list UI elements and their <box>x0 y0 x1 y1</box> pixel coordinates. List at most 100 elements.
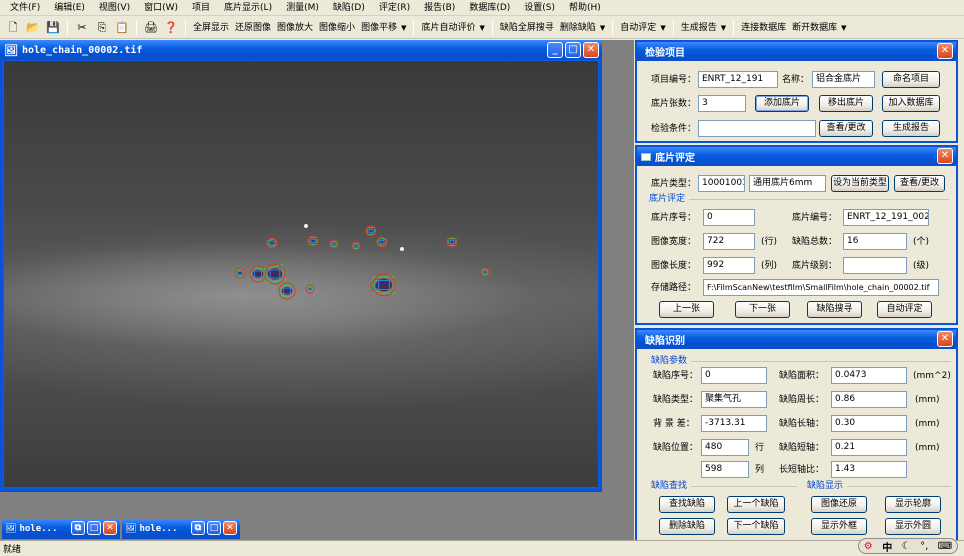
restore-button[interactable]: ⧉ <box>71 521 85 535</box>
save-disk-icon[interactable]: 💾 <box>45 20 61 36</box>
condition-field[interactable] <box>698 120 816 137</box>
toolbar-button-9[interactable]: 生成报告 <box>678 20 720 36</box>
close-button[interactable]: ✕ <box>937 331 953 347</box>
menu-item-12[interactable]: 帮助(H) <box>563 0 609 16</box>
dropdown-arrow-icon[interactable]: ▼ <box>479 24 484 32</box>
film-type-code-field[interactable]: 10001001 <box>698 175 745 192</box>
previous-film-button[interactable]: 上一张 <box>659 301 714 318</box>
menu-item-6[interactable]: 测量(M) <box>280 0 327 16</box>
film-count-field[interactable]: 3 <box>698 95 746 112</box>
restore-image-button[interactable]: 图像还原 <box>811 496 867 513</box>
previous-defect-button[interactable]: 上一个缺陷 <box>727 496 785 513</box>
defect-perimeter-field[interactable]: 0.86 <box>831 391 907 408</box>
toolbar-button-8[interactable]: 自动评定 <box>617 20 659 36</box>
defect-marker[interactable] <box>307 235 319 247</box>
close-button[interactable]: ✕ <box>223 521 237 535</box>
panel-titlebar[interactable]: 缺陷识别 ✕ <box>637 330 956 349</box>
defect-marker[interactable] <box>351 241 361 251</box>
defect-marker[interactable] <box>376 236 388 248</box>
paste-icon[interactable]: 📋 <box>114 20 130 36</box>
defect-type-field[interactable]: 聚集气孔 <box>701 391 767 408</box>
dropdown-arrow-icon[interactable]: ▼ <box>401 24 406 32</box>
film-type-name-field[interactable]: 通用底片6mm <box>749 175 826 192</box>
find-defect-button[interactable]: 查找缺陷 <box>659 496 715 513</box>
dropdown-arrow-icon[interactable]: ▼ <box>660 24 665 32</box>
panel-titlebar[interactable]: 底片评定 ✕ <box>637 147 956 166</box>
defect-marker[interactable] <box>263 263 287 285</box>
toolbar-button-5[interactable]: 底片自动评价 <box>418 20 478 36</box>
film-number-field[interactable]: ENRT_12_191_002 <box>843 209 929 226</box>
ime-moon-icon[interactable]: ☾ <box>902 541 911 552</box>
show-contour-button[interactable]: 显示轮廓 <box>885 496 941 513</box>
open-folder-icon[interactable]: 📂 <box>25 20 41 36</box>
set-current-type-button[interactable]: 设为当前类型 <box>831 175 889 192</box>
close-button[interactable]: ✕ <box>937 43 953 59</box>
defect-short-axis-field[interactable]: 0.21 <box>831 439 907 456</box>
menu-item-1[interactable]: 编辑(E) <box>48 0 93 16</box>
background-diff-field[interactable]: -3713.31 <box>701 415 767 432</box>
image-length-field[interactable]: 992 <box>703 257 755 274</box>
delete-defect-button[interactable]: 删除缺陷 <box>659 518 715 535</box>
defect-marker[interactable] <box>249 265 267 283</box>
maximize-button[interactable]: □ <box>207 521 221 535</box>
menu-item-5[interactable]: 底片显示(L) <box>218 0 280 16</box>
axis-ratio-field[interactable]: 1.43 <box>831 461 907 478</box>
toolbar-button-10[interactable]: 连接数据库 <box>738 20 789 36</box>
menu-item-11[interactable]: 设置(S) <box>518 0 563 16</box>
menu-item-9[interactable]: 报告(B) <box>418 0 463 16</box>
defect-long-axis-field[interactable]: 0.30 <box>831 415 907 432</box>
defect-search-button[interactable]: 缺陷搜寻 <box>807 301 862 318</box>
defect-marker[interactable] <box>372 273 396 297</box>
dropdown-arrow-icon[interactable]: ▼ <box>721 24 726 32</box>
defect-area-field[interactable]: 0.0473 <box>831 367 907 384</box>
close-button[interactable]: ✕ <box>937 148 953 164</box>
toolbar-button-2[interactable]: 图像放大 <box>274 20 316 36</box>
project-name-field[interactable]: 铝合金底片 <box>812 71 875 88</box>
radiograph-image[interactable] <box>4 61 598 487</box>
dropdown-arrow-icon[interactable]: ▼ <box>600 24 605 32</box>
dropdown-arrow-icon[interactable]: ▼ <box>841 24 846 32</box>
maximize-button[interactable]: □ <box>87 521 101 535</box>
defect-marker[interactable] <box>329 239 339 249</box>
view-edit-condition-button[interactable]: 查看/更改 <box>819 120 873 137</box>
restore-button[interactable]: ⧉ <box>191 521 205 535</box>
film-grade-field[interactable] <box>843 257 907 274</box>
ime-toolbar[interactable]: ⚙ 中 ☾ °, ⌨ <box>858 538 958 554</box>
defect-marker[interactable] <box>305 284 315 294</box>
panel-titlebar[interactable]: 检验项目 ✕ <box>637 42 956 61</box>
toolbar-button-0[interactable]: 全屏显示 <box>190 20 232 36</box>
add-to-database-button[interactable]: 加入数据库 <box>882 95 940 112</box>
defect-marker[interactable] <box>446 236 458 248</box>
image-window-titlebar[interactable]: 🖼 hole_chain_00002.tif _ □ ✕ <box>0 40 602 60</box>
maximize-button[interactable]: □ <box>565 42 581 58</box>
toolbar-button-6[interactable]: 缺陷全屏搜寻 <box>497 20 557 36</box>
defect-marker[interactable] <box>266 237 278 249</box>
defect-marker[interactable] <box>234 267 246 279</box>
defect-total-field[interactable]: 16 <box>843 233 907 250</box>
minimize-button[interactable]: _ <box>547 42 563 58</box>
film-seq-field[interactable]: 0 <box>703 209 755 226</box>
minimized-window-1[interactable]: 🖼 hole... ⧉ □ ✕ <box>2 519 120 539</box>
ime-language-label[interactable]: 中 <box>882 539 892 554</box>
show-bounding-box-button[interactable]: 显示外框 <box>811 518 867 535</box>
new-file-icon[interactable]: 🗋 <box>5 20 21 36</box>
defect-marker[interactable] <box>365 225 377 237</box>
ime-keyboard-icon[interactable]: ⌨ <box>938 541 952 552</box>
next-defect-button[interactable]: 下一个缺陷 <box>727 518 785 535</box>
minimized-window-2[interactable]: 🖼 hole... ⧉ □ ✕ <box>122 519 240 539</box>
menu-item-4[interactable]: 项目 <box>186 0 218 16</box>
remove-film-button[interactable]: 移出底片 <box>819 95 873 112</box>
defect-position-col-field[interactable]: 598 <box>701 461 749 478</box>
toolbar-button-7[interactable]: 删除缺陷 <box>557 20 599 36</box>
image-width-field[interactable]: 722 <box>703 233 755 250</box>
next-film-button[interactable]: 下一张 <box>735 301 790 318</box>
ime-punct-icon[interactable]: °, <box>920 541 928 552</box>
defect-position-row-field[interactable]: 480 <box>701 439 749 456</box>
menu-item-8[interactable]: 评定(R) <box>373 0 418 16</box>
toolbar-button-3[interactable]: 图像缩小 <box>316 20 358 36</box>
print-icon[interactable]: 🖨 <box>143 20 159 36</box>
close-button[interactable]: ✕ <box>103 521 117 535</box>
close-button[interactable]: ✕ <box>583 42 599 58</box>
help-icon[interactable]: ❓ <box>163 20 179 36</box>
menu-item-3[interactable]: 窗口(W) <box>138 0 186 16</box>
